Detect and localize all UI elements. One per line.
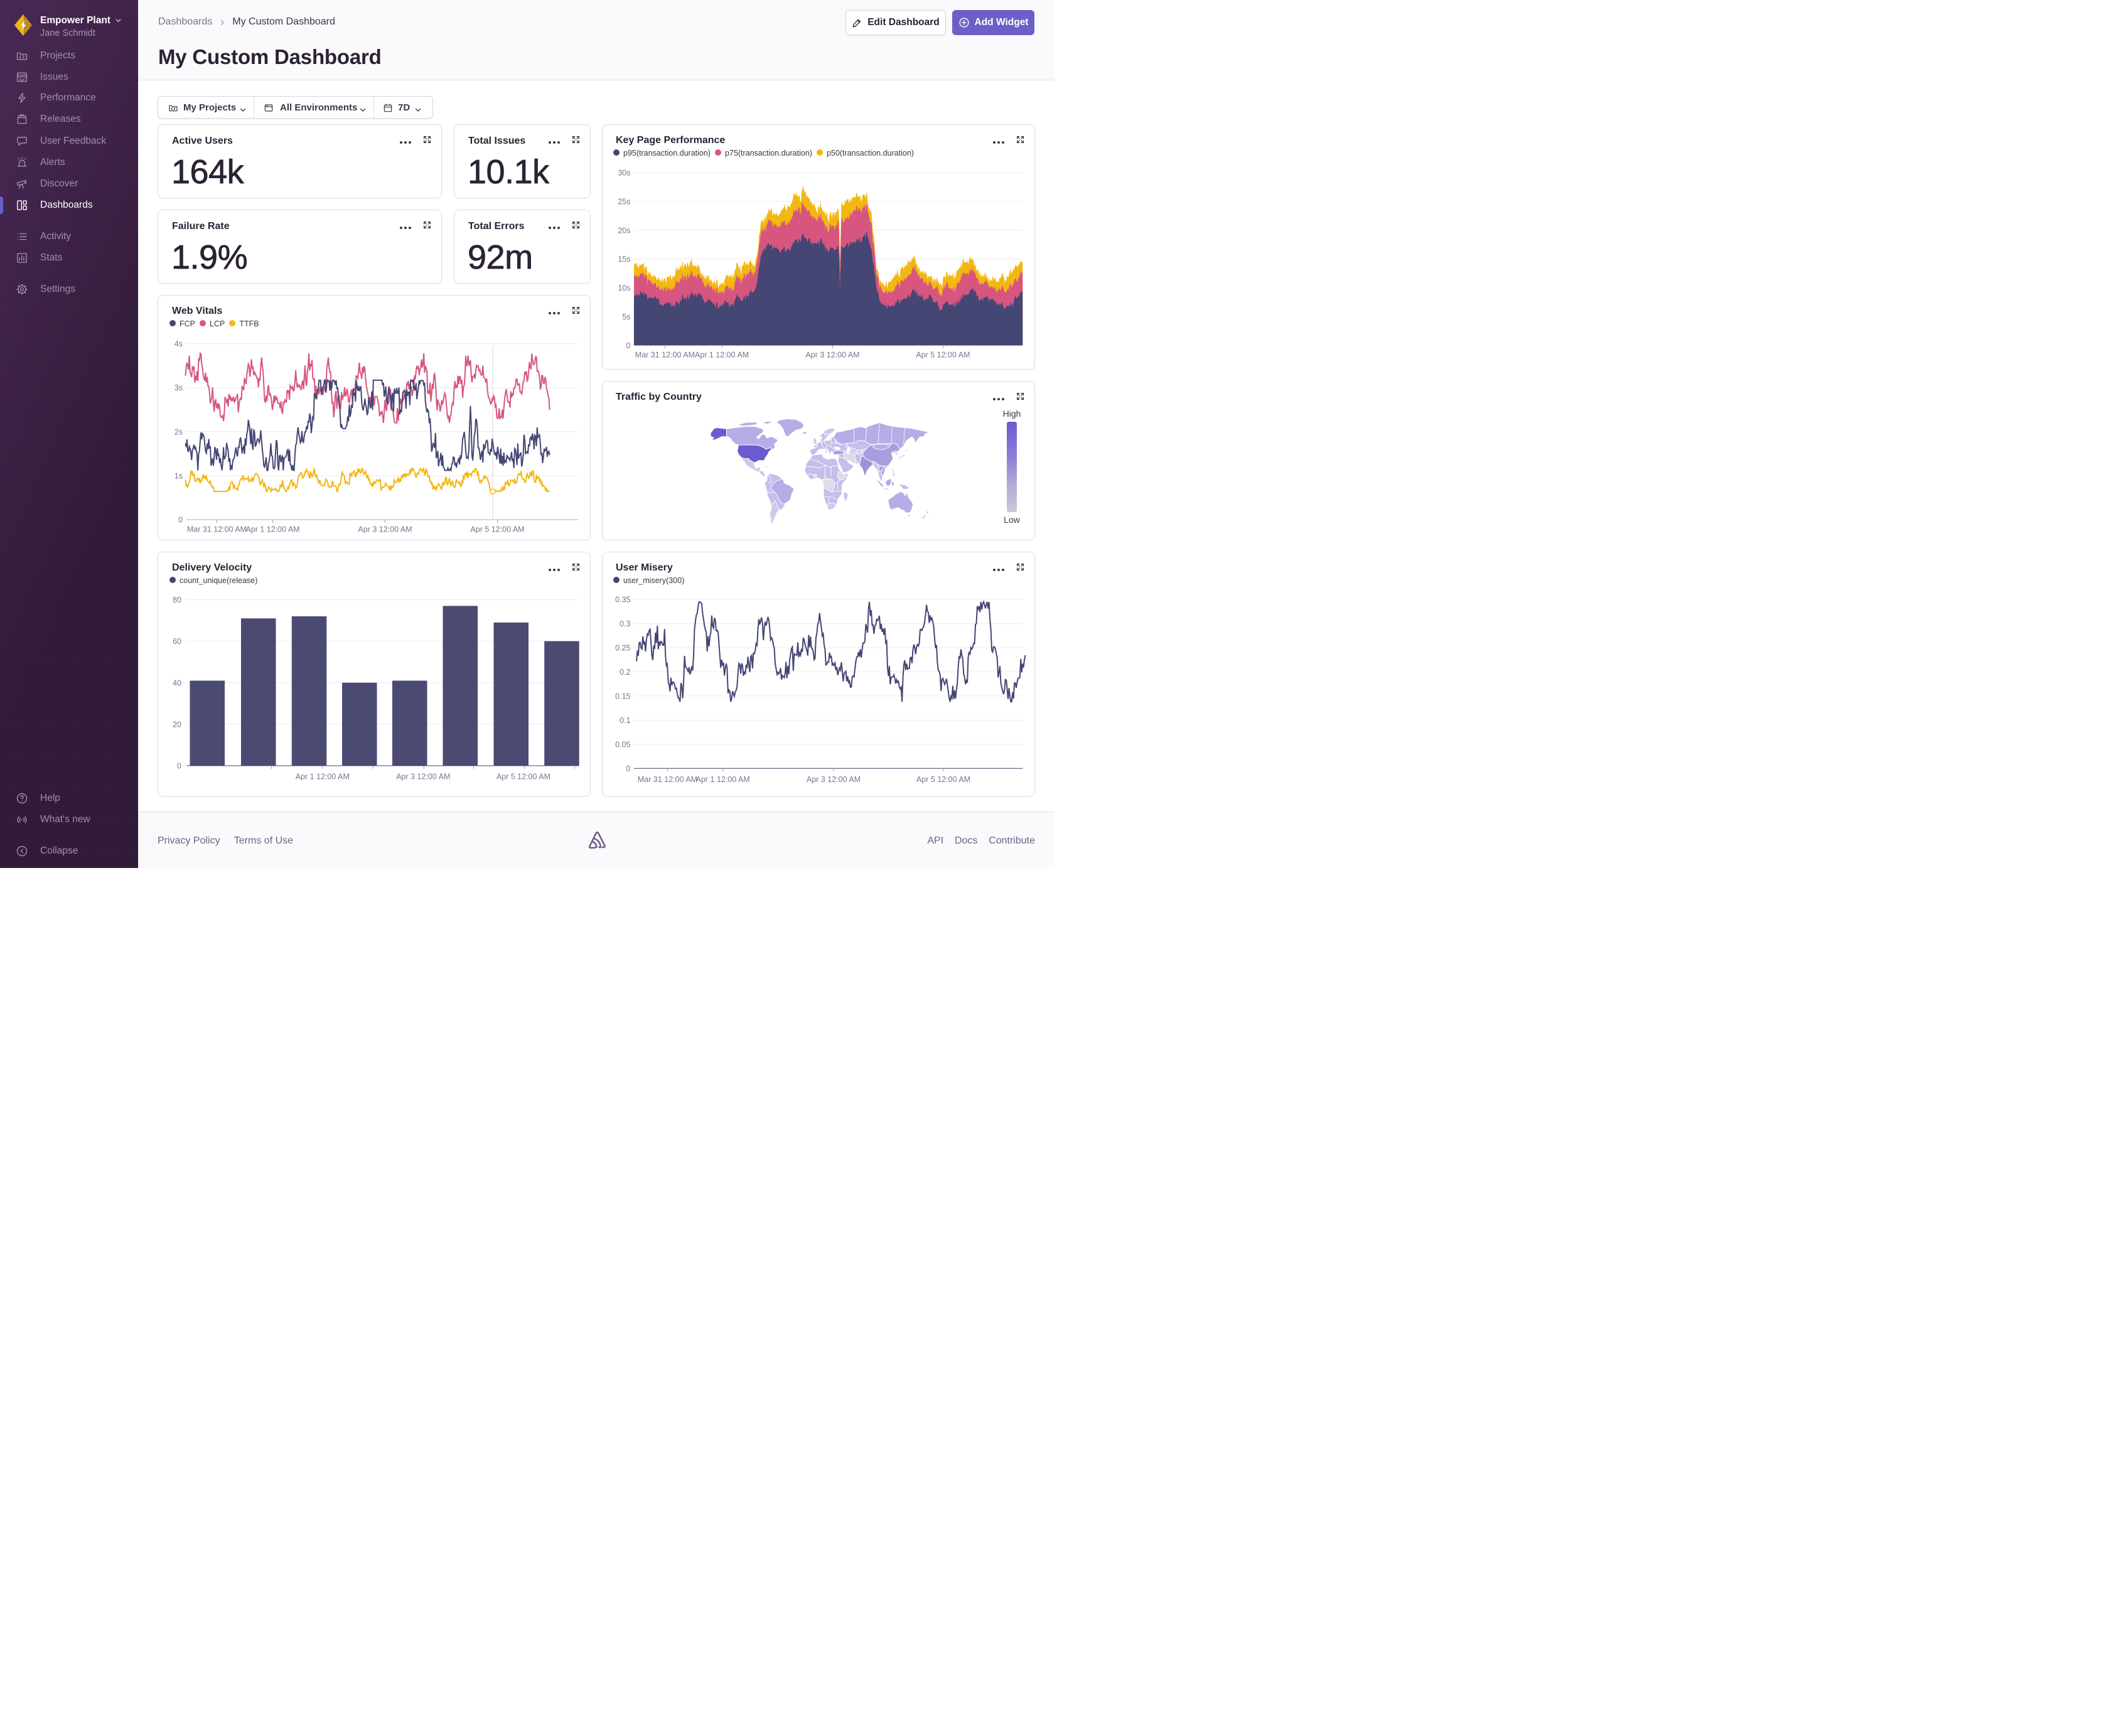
svg-text:40: 40 (173, 678, 181, 687)
svg-text:0.05: 0.05 (615, 740, 630, 749)
svg-text:5s: 5s (622, 313, 630, 321)
svg-text:Apr 1 12:00 AM: Apr 1 12:00 AM (696, 775, 750, 784)
svg-text:Apr 5 12:00 AM: Apr 5 12:00 AM (496, 773, 550, 781)
svg-text:Mar 31 12:00 AM: Mar 31 12:00 AM (635, 351, 695, 360)
svg-text:Apr 5 12:00 AM: Apr 5 12:00 AM (916, 775, 970, 784)
svg-text:0: 0 (178, 516, 183, 525)
svg-text:Apr 3 12:00 AM: Apr 3 12:00 AM (396, 773, 450, 781)
svg-text:2s: 2s (174, 427, 183, 436)
svg-text:30s: 30s (618, 169, 630, 178)
svg-text:Apr 1 12:00 AM: Apr 1 12:00 AM (296, 773, 350, 781)
svg-text:0.3: 0.3 (620, 619, 630, 628)
svg-text:0.2: 0.2 (620, 668, 630, 677)
svg-text:Apr 5 12:00 AM: Apr 5 12:00 AM (470, 525, 524, 534)
svg-text:Apr 1 12:00 AM: Apr 1 12:00 AM (695, 351, 749, 360)
svg-text:3s: 3s (174, 383, 183, 392)
svg-text:15s: 15s (618, 255, 630, 264)
svg-text:0: 0 (626, 341, 631, 350)
svg-text:Apr 5 12:00 AM: Apr 5 12:00 AM (916, 351, 970, 360)
svg-text:0.15: 0.15 (615, 692, 630, 701)
svg-text:0.35: 0.35 (615, 596, 630, 604)
svg-text:20s: 20s (618, 226, 630, 235)
svg-text:0.25: 0.25 (615, 644, 630, 653)
svg-text:80: 80 (173, 596, 181, 604)
svg-text:20: 20 (173, 720, 181, 729)
svg-text:1s: 1s (174, 471, 183, 480)
svg-text:10s: 10s (618, 284, 630, 292)
svg-text:Mar 31 12:00 AM: Mar 31 12:00 AM (638, 775, 697, 784)
svg-text:0: 0 (626, 764, 631, 773)
svg-text:Apr 3 12:00 AM: Apr 3 12:00 AM (805, 351, 859, 360)
svg-text:60: 60 (173, 637, 181, 646)
svg-text:0.1: 0.1 (620, 716, 630, 725)
svg-text:Mar 31 12:00 AM: Mar 31 12:00 AM (187, 525, 247, 534)
svg-text:Apr 3 12:00 AM: Apr 3 12:00 AM (358, 525, 412, 534)
svg-text:4s: 4s (174, 340, 183, 348)
svg-text:Apr 3 12:00 AM: Apr 3 12:00 AM (807, 775, 861, 784)
svg-text:25s: 25s (618, 198, 630, 206)
svg-text:Apr 1 12:00 AM: Apr 1 12:00 AM (245, 525, 299, 534)
svg-text:0: 0 (177, 762, 181, 771)
